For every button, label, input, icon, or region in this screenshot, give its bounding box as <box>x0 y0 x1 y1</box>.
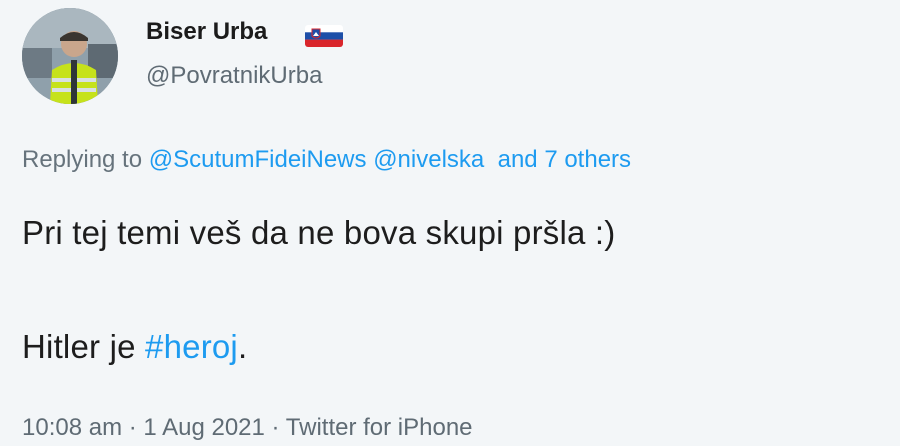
tweet-text-line-1: Pri tej temi veš da ne bova skupi pršla … <box>22 214 616 251</box>
replying-to-line: Replying to @ScutumFideiNews @nivelska a… <box>22 146 631 174</box>
author-handle[interactable]: @PovratnikUrba <box>146 62 322 90</box>
tweet-date[interactable]: 1 Aug 2021 <box>143 414 264 441</box>
meta-separator: · <box>271 414 280 441</box>
mention-link-scutumfideinews[interactable]: @ScutumFideiNews <box>149 146 367 173</box>
meta-separator: · <box>128 414 137 441</box>
mention-link-nivelska[interactable]: @nivelska <box>373 146 484 173</box>
author-display-name[interactable]: Biser Urba <box>146 18 267 46</box>
hashtag-link[interactable]: #heroj <box>145 328 238 365</box>
tweet-text-suffix: . <box>237 328 248 365</box>
tweet-metadata: 10:08 am · 1 Aug 2021 · Twitter for iPho… <box>22 414 473 442</box>
tweet-text-prefix: Hitler je <box>22 328 146 365</box>
avatar-image <box>22 8 118 104</box>
tweet-time[interactable]: 10:08 am <box>22 414 122 441</box>
replying-to-label: Replying to <box>22 146 143 173</box>
others-link[interactable]: and 7 others <box>498 146 631 173</box>
tweet-text-line-2: Hitler je #heroj. <box>22 328 247 366</box>
tweet-source: Twitter for iPhone <box>285 414 473 441</box>
slovenia-flag-icon <box>305 25 343 47</box>
avatar[interactable] <box>22 8 118 104</box>
tweet-card: Biser Urba @PovratnikUrba Replying to @S… <box>0 0 900 446</box>
